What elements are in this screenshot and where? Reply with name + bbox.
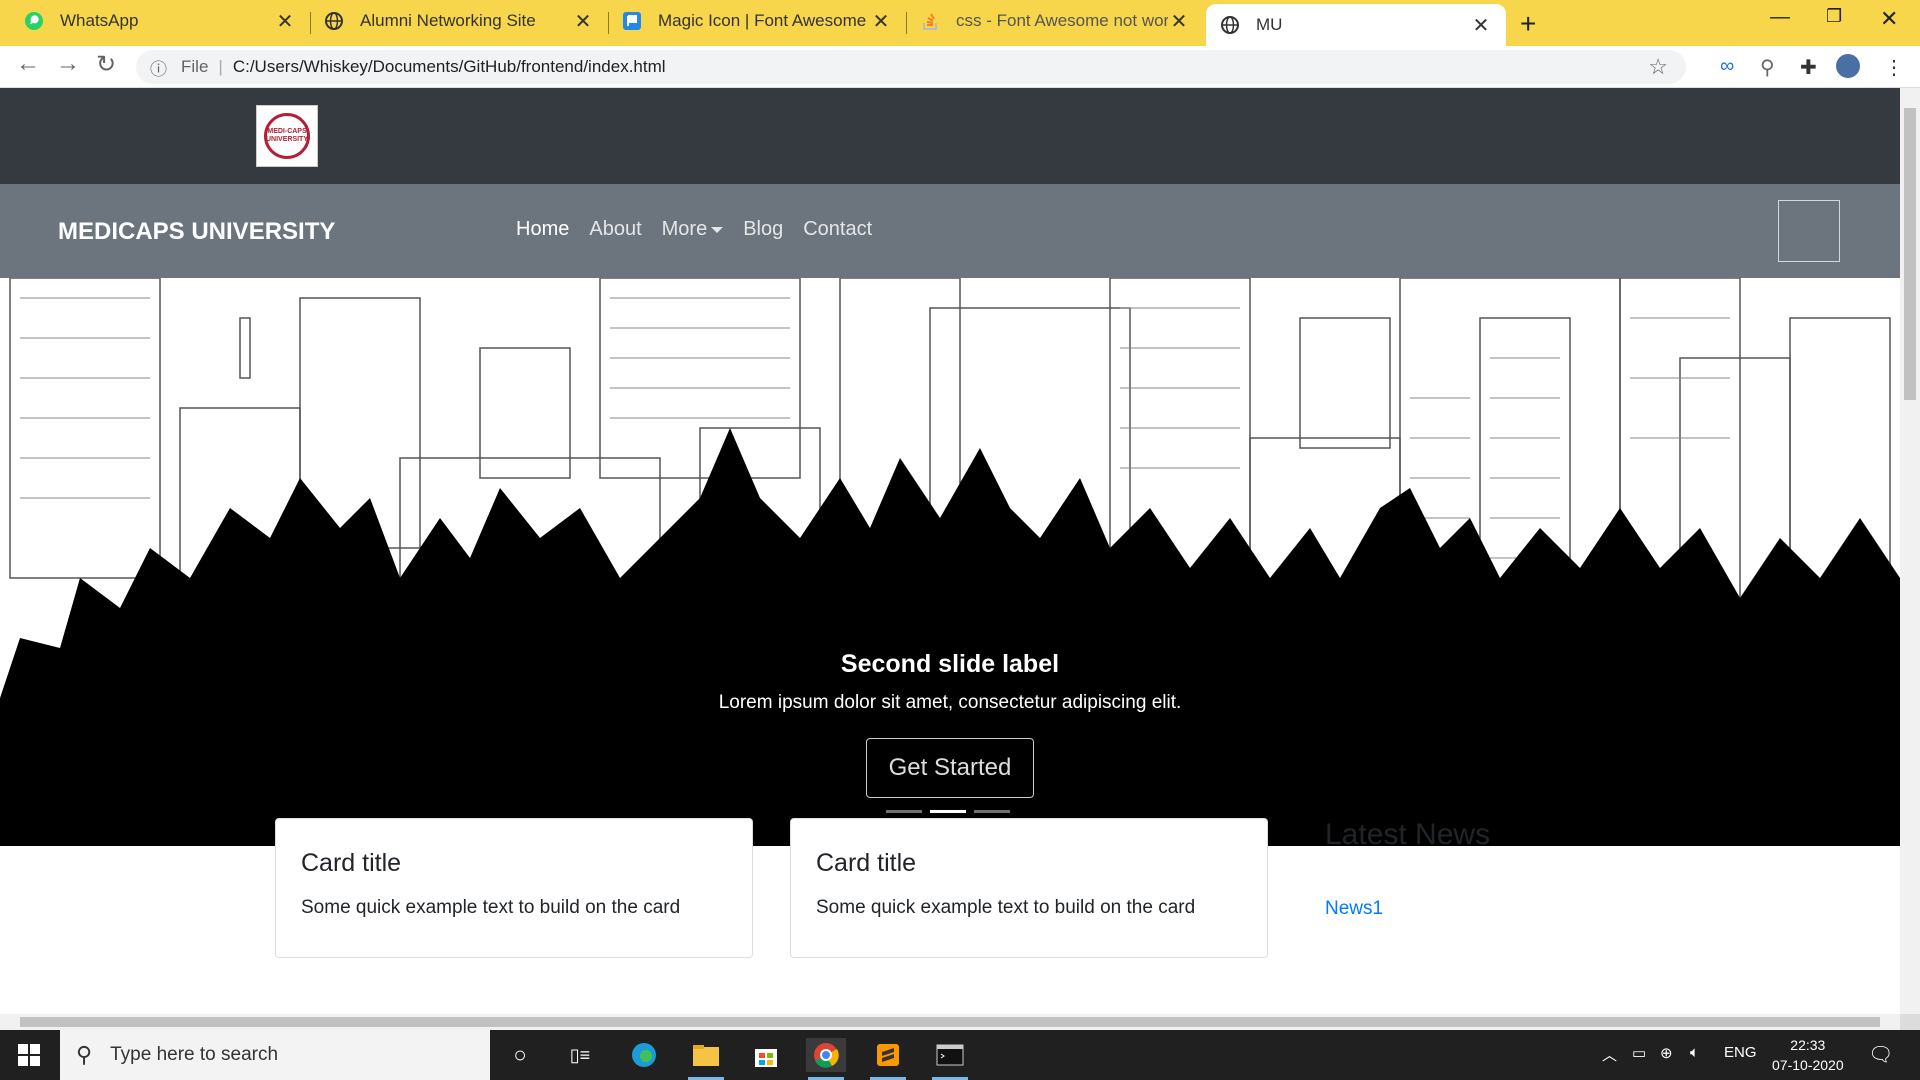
- tab-title: css - Font Awesome not working: [956, 11, 1168, 30]
- card-title: Card title: [816, 849, 917, 877]
- globe-icon: [1220, 15, 1240, 35]
- vertical-scrollbar[interactable]: [1900, 88, 1920, 1014]
- tab-whatsapp[interactable]: WhatsApp ✕: [10, 0, 310, 42]
- horizontal-scrollbar[interactable]: [0, 1014, 1900, 1030]
- terminal-icon[interactable]: [930, 1038, 970, 1080]
- sublime-text-icon[interactable]: [868, 1038, 908, 1080]
- carousel-indicator-3[interactable]: [974, 810, 1010, 813]
- font-awesome-icon: [622, 11, 642, 31]
- carousel-indicator-1[interactable]: [886, 810, 922, 813]
- clock-time: 22:33: [1790, 1037, 1826, 1053]
- address-bar[interactable]: ⓘ File | C:/Users/Whiskey/Documents/GitH…: [136, 50, 1686, 84]
- reload-button[interactable]: ↻: [96, 50, 116, 79]
- forward-button[interactable]: →: [56, 50, 80, 78]
- extension-icon[interactable]: ∞: [1720, 55, 1734, 78]
- carousel-text: Lorem ipsum dolor sit amet, consectetur …: [718, 692, 1182, 713]
- battery-icon[interactable]: ▭: [1632, 1044, 1646, 1062]
- windows-start-icon[interactable]: [18, 1044, 40, 1066]
- news-link[interactable]: News1: [1325, 898, 1383, 920]
- close-icon[interactable]: ✕: [572, 9, 594, 34]
- tab-mu[interactable]: MU ✕: [1206, 4, 1506, 46]
- nav-contact[interactable]: Contact: [803, 218, 872, 241]
- close-icon[interactable]: ✕: [870, 9, 892, 34]
- cortana-icon[interactable]: ○: [500, 1038, 540, 1072]
- bookmark-star-icon[interactable]: ☆: [1648, 54, 1668, 80]
- site-navbar: MEDICAPS UNIVERSITY Home About More Blog…: [0, 184, 1900, 278]
- profile-avatar[interactable]: [1836, 54, 1860, 78]
- site-brand[interactable]: MEDICAPS UNIVERSITY: [58, 218, 335, 246]
- task-view-icon[interactable]: ▯≡: [560, 1038, 600, 1072]
- extension-icon[interactable]: ⚲: [1760, 55, 1775, 80]
- nav-home[interactable]: Home: [516, 218, 569, 241]
- card-title: Card title: [301, 849, 402, 877]
- carousel-indicator-2[interactable]: [930, 810, 966, 813]
- file-explorer-icon[interactable]: [686, 1038, 726, 1080]
- scheme-label: File: [181, 57, 209, 76]
- tab-title: Alumni Networking Site: [360, 11, 536, 30]
- network-globe-icon[interactable]: ⊕: [1660, 1044, 1673, 1062]
- nav-about[interactable]: About: [589, 218, 641, 241]
- tab-title: WhatsApp: [60, 11, 139, 30]
- chrome-icon[interactable]: [806, 1038, 846, 1080]
- tray-chevron-up-icon[interactable]: ︿: [1602, 1044, 1617, 1065]
- latest-news-heading: Latest News: [1325, 818, 1491, 851]
- caret-down-icon: [711, 226, 724, 233]
- carousel: Second slide label Lorem ipsum dolor sit…: [0, 278, 1900, 846]
- volume-icon[interactable]: 🔈︎: [1690, 1044, 1699, 1061]
- clock-date: 07-10-2020: [1772, 1057, 1844, 1073]
- restore-button[interactable]: ❐: [1826, 6, 1842, 27]
- card-text: Some quick example text to build on the …: [301, 897, 681, 918]
- carousel-indicators: [886, 810, 1010, 813]
- whatsapp-icon: [24, 11, 44, 31]
- browser-toolbar: ← → ↻ ⓘ File | C:/Users/Whiskey/Document…: [0, 46, 1920, 88]
- notifications-icon[interactable]: 🗨︎: [1868, 1042, 1893, 1067]
- nav-links: Home About More Blog Contact: [516, 218, 872, 241]
- globe-icon: [324, 11, 344, 31]
- language-indicator[interactable]: ENG: [1724, 1044, 1757, 1061]
- info-icon[interactable]: ⓘ: [150, 55, 167, 80]
- browser-tab-strip: WhatsApp ✕ Alumni Networking Site ✕ Magi…: [0, 0, 1920, 46]
- extensions-puzzle-icon[interactable]: ✚: [1800, 55, 1817, 80]
- broken-image-placeholder: [1778, 200, 1840, 262]
- search-icon: ⚲: [76, 1042, 93, 1067]
- menu-kebab-icon[interactable]: ⋮: [1884, 55, 1904, 80]
- scrollbar-thumb[interactable]: [20, 1017, 1880, 1027]
- back-button[interactable]: ←: [16, 50, 40, 78]
- close-icon[interactable]: ✕: [1470, 13, 1492, 38]
- top-band: MEDI-CAPS UNIVERSITY: [0, 88, 1900, 184]
- nav-blog[interactable]: Blog: [743, 218, 783, 241]
- card: Card title Some quick example text to bu…: [790, 818, 1268, 958]
- card: Card title Some quick example text to bu…: [275, 818, 753, 958]
- taskbar-search[interactable]: ⚲ Type here to search: [60, 1030, 490, 1080]
- tab-stackoverflow[interactable]: css - Font Awesome not working ✕: [906, 0, 1204, 42]
- tab-title: Magic Icon | Font Awesome: [658, 11, 867, 30]
- url-text[interactable]: C:/Users/Whiskey/Documents/GitHub/fronte…: [233, 57, 666, 77]
- tab-title: MU: [1256, 15, 1283, 34]
- store-icon[interactable]: [746, 1038, 786, 1072]
- card-text: Some quick example text to build on the …: [816, 897, 1196, 918]
- taskbar-clock[interactable]: 22:33 07-10-2020: [1772, 1035, 1844, 1075]
- close-icon[interactable]: ✕: [1168, 9, 1190, 34]
- scrollbar-thumb[interactable]: [1904, 108, 1916, 400]
- university-logo[interactable]: MEDI-CAPS UNIVERSITY: [256, 105, 318, 167]
- get-started-button[interactable]: Get Started: [866, 738, 1034, 798]
- close-icon[interactable]: ✕: [274, 9, 296, 34]
- windows-taskbar: ⚲ Type here to search ○ ▯≡ ︿ ▭ ⊕ 🔈︎ ENG …: [0, 1030, 1920, 1080]
- minimize-button[interactable]: —: [1770, 6, 1790, 29]
- edge-icon[interactable]: [624, 1038, 664, 1072]
- carousel-title: Second slide label: [840, 650, 1060, 678]
- stackoverflow-icon: [920, 11, 940, 31]
- tab-alumni[interactable]: Alumni Networking Site ✕: [310, 0, 608, 42]
- search-placeholder: Type here to search: [110, 1044, 279, 1065]
- new-tab-button[interactable]: +: [1520, 8, 1536, 40]
- nav-more[interactable]: More: [662, 218, 724, 241]
- logo-seal: MEDI-CAPS UNIVERSITY: [264, 113, 310, 159]
- scrollbar-corner: [1900, 1014, 1920, 1030]
- tab-font-awesome[interactable]: Magic Icon | Font Awesome ✕: [608, 0, 906, 42]
- window-close-button[interactable]: ✕: [1880, 6, 1898, 32]
